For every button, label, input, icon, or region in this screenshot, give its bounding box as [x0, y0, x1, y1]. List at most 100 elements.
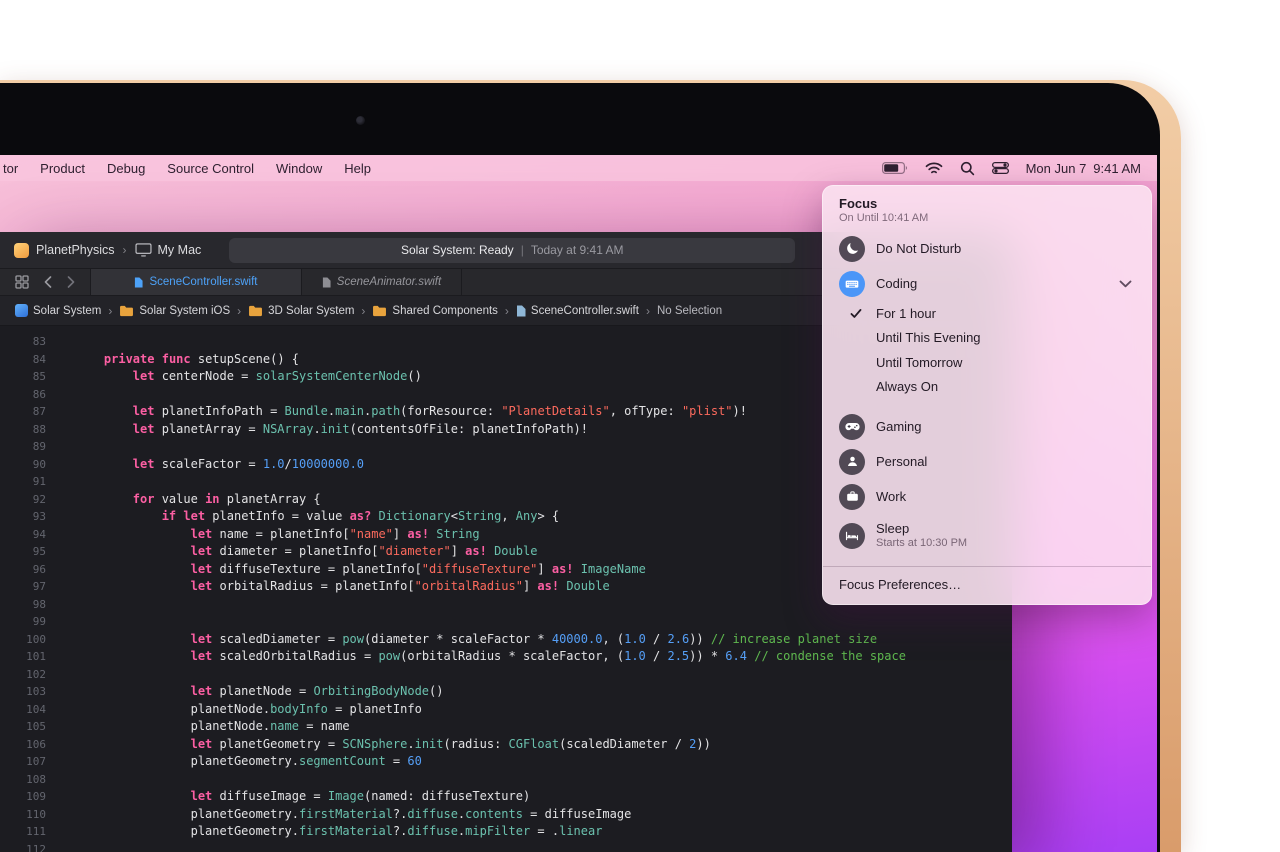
code-line[interactable]: 106 let planetGeometry = SCNSphere.init(… [0, 736, 1012, 754]
breadcrumb-file[interactable]: SceneController.swift [516, 305, 639, 317]
chevron-down-icon[interactable] [1119, 280, 1132, 288]
line-number: 87 [32, 405, 46, 418]
folder-icon [248, 305, 263, 317]
line-number: 90 [32, 457, 46, 471]
code-line[interactable]: 112 [0, 841, 1012, 852]
breadcrumb-label: No Selection [656, 304, 723, 317]
menu-item-source-control[interactable]: Source Control [156, 161, 265, 176]
line-number: 109 [26, 790, 46, 803]
search-icon[interactable] [960, 161, 975, 176]
breadcrumb-project[interactable]: Solar System [15, 304, 101, 317]
menu-item-product[interactable]: Product [29, 161, 96, 176]
code-line[interactable]: 103 let planetNode = OrbitingBodyNode() [0, 683, 1012, 701]
control-center-icon[interactable] [991, 162, 1009, 174]
breadcrumb-no-selection[interactable]: No Selection [657, 305, 722, 317]
tab-overview-icon[interactable] [15, 275, 29, 289]
focus-option-label: For 1 hour [876, 305, 936, 321]
menubar-date: Mon Jun 7 [1025, 160, 1087, 176]
breadcrumb-folder-shared[interactable]: Shared Components [372, 304, 498, 317]
breadcrumb-folder-3d[interactable]: 3D Solar System [248, 305, 354, 317]
code-line[interactable]: 105 planetNode.name = name [0, 718, 1012, 736]
forward-icon[interactable] [67, 276, 75, 288]
code-line[interactable]: 108 [0, 771, 1012, 789]
line-number: 95 [32, 545, 46, 558]
line-number: 92 [32, 492, 46, 506]
focus-mode-label: Sleep [876, 521, 910, 536]
code-text: let diffuseImage = Image(named: diffuseT… [190, 789, 531, 803]
code-line[interactable]: 110 planetGeometry.firstMaterial?.diffus… [0, 806, 1012, 824]
code-line[interactable]: 111 planetGeometry.firstMaterial?.diffus… [0, 823, 1012, 841]
focus-option-for-1-hour[interactable]: For 1 hour [839, 301, 1135, 326]
tab-label: SceneController.swift [149, 276, 258, 288]
tab-sceneanimator[interactable]: SceneAnimator.swift [302, 269, 462, 295]
line-number: 88 [32, 422, 46, 436]
breadcrumb-label: 3D Solar System [268, 304, 355, 317]
briefcase-icon [839, 483, 865, 510]
file-icon [516, 305, 526, 317]
code-text: let planetArray = NSArray.init(contentsO… [132, 421, 588, 436]
code-line[interactable]: 102 [0, 666, 1012, 684]
code-line[interactable]: 99 [0, 613, 1012, 631]
code-text: for value in planetArray { [132, 491, 321, 506]
focus-mode-work[interactable]: Work [839, 479, 1135, 514]
focus-mode-gaming[interactable]: Gaming [839, 409, 1135, 444]
focus-option-always-on[interactable]: Always On [839, 375, 1135, 400]
code-line[interactable]: 107 planetGeometry.segmentCount = 60 [0, 753, 1012, 771]
line-number: 85 [32, 370, 46, 383]
menu-item-debug[interactable]: Debug [96, 161, 156, 176]
focus-preferences-link[interactable]: Focus Preferences… [839, 567, 1135, 604]
game-controller-icon [839, 413, 865, 440]
battery-icon[interactable] [881, 162, 908, 174]
code-line[interactable]: 100 let scaledDiameter = pow(diameter * … [0, 631, 1012, 649]
code-text: let name = planetInfo["name"] as! String [190, 526, 480, 541]
my-mac-icon [134, 243, 152, 257]
wifi-icon[interactable] [925, 162, 943, 175]
destination-selector[interactable]: My Mac [158, 243, 202, 257]
screen-bezel: tor Product Debug Source Control Window … [0, 83, 1160, 852]
focus-mode-do-not-disturb[interactable]: Do Not Disturb [839, 231, 1135, 266]
code-text: let planetGeometry = SCNSphere.init(radi… [190, 736, 711, 751]
folder-icon [119, 305, 134, 317]
code-text: let scaledDiameter = pow(diameter * scal… [190, 631, 878, 646]
chevron-right-icon: › [122, 243, 127, 257]
breadcrumb-folder-ios[interactable]: Solar System iOS [119, 305, 230, 317]
code-line[interactable]: 101 let scaledOrbitalRadius = pow(orbita… [0, 648, 1012, 666]
code-text: planetGeometry.firstMaterial?.diffuse.co… [75, 806, 632, 821]
breadcrumb-separator: › [237, 303, 242, 318]
code-text: planetGeometry.firstMaterial?.diffuse.mi… [75, 824, 603, 838]
checkmark-icon [850, 308, 862, 319]
code-text: let diffuseTexture = planetInfo["diffuse… [190, 561, 646, 576]
code-text: let diameter = planetInfo["diameter"] as… [190, 544, 538, 558]
focus-status: On Until 10:41 AM [839, 212, 929, 224]
line-number: 106 [26, 737, 46, 751]
line-number: 105 [26, 720, 46, 733]
person-icon [839, 448, 865, 475]
back-icon[interactable] [44, 276, 52, 288]
breadcrumb-label: Solar System iOS [139, 304, 231, 317]
code-text: let scaledOrbitalRadius = pow(orbitalRad… [190, 649, 906, 663]
line-number: 99 [32, 615, 46, 628]
menu-bar-clock[interactable]: Mon Jun 7 9:41 AM [1026, 161, 1141, 176]
tab-scenecontroller[interactable]: SceneController.swift [90, 269, 302, 295]
line-number: 83 [32, 335, 46, 348]
status-divider: | [520, 243, 524, 257]
breadcrumb-separator: › [645, 303, 650, 318]
code-line[interactable]: 104 planetNode.bodyInfo = planetInfo [0, 701, 1012, 719]
focus-mode-personal[interactable]: Personal [839, 444, 1135, 479]
menu-item-editor-clipped[interactable]: tor [0, 161, 29, 176]
focus-mode-label: Do Not Disturb [876, 241, 962, 256]
focus-option-until-this-evening[interactable]: Until This Evening [839, 326, 1135, 351]
line-number: 97 [32, 580, 46, 593]
menu-items: tor Product Debug Source Control Window … [0, 161, 382, 176]
menu-item-help[interactable]: Help [333, 161, 382, 176]
breadcrumb-label: SceneController.swift [530, 304, 639, 317]
focus-option-until-tomorrow[interactable]: Until Tomorrow [839, 350, 1135, 375]
tab-label: SceneAnimator.swift [336, 276, 442, 288]
scheme-selector[interactable]: PlanetPhysics [36, 243, 115, 257]
focus-mode-sleep[interactable]: Sleep Starts at 10:30 PM [839, 514, 1135, 558]
line-number: 101 [26, 650, 46, 663]
code-line[interactable]: 109 let diffuseImage = Image(named: diff… [0, 788, 1012, 806]
breadcrumb-label: Shared Components [392, 304, 498, 317]
focus-mode-coding[interactable]: Coding [839, 266, 1135, 301]
menu-item-window[interactable]: Window [265, 161, 333, 176]
